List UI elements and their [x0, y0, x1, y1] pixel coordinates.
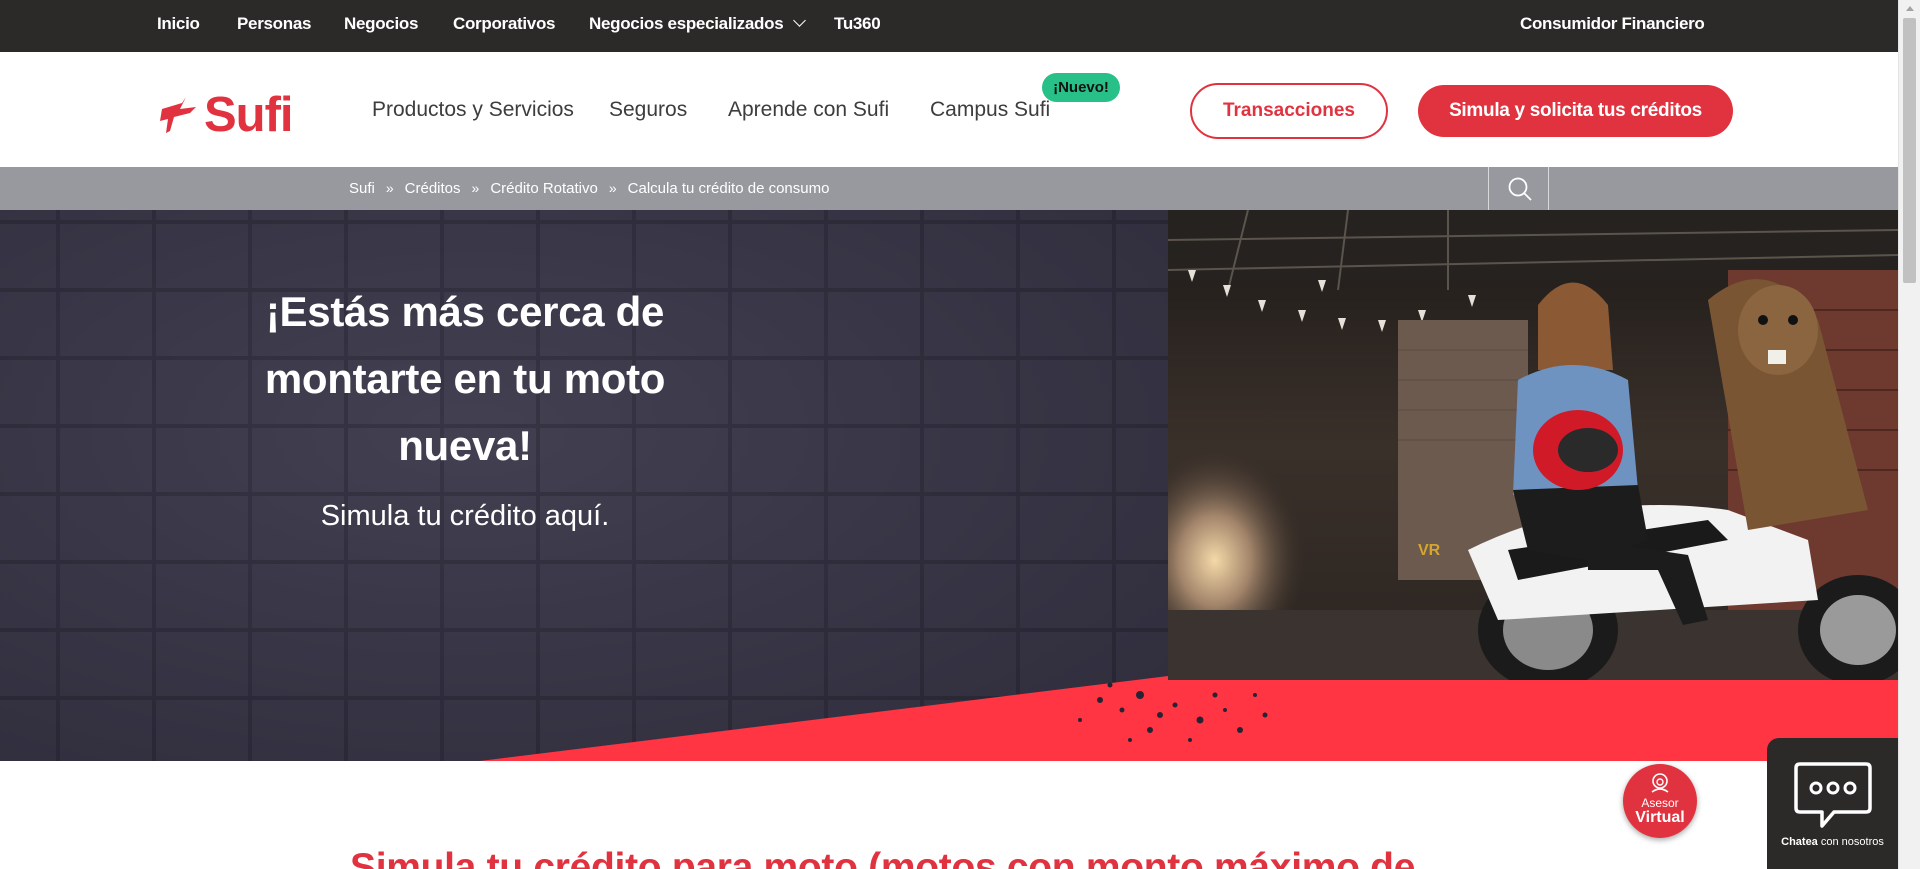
- scroll-up-arrow-icon[interactable]: [1906, 6, 1914, 11]
- page-scrollbar[interactable]: [1898, 0, 1920, 869]
- search-button[interactable]: [1488, 167, 1549, 210]
- top-utility-bar: Inicio Personas Negocios Corporativos Ne…: [0, 0, 1898, 52]
- topbar-link-inicio[interactable]: Inicio: [157, 0, 200, 52]
- sufi-logo[interactable]: Sufi: [160, 88, 294, 142]
- breadcrumb-sufi[interactable]: Sufi: [349, 180, 375, 197]
- breadcrumb-bar: Sufi » Créditos » Crédito Rotativo » Calcula t…: [0, 167, 1898, 210]
- topbar-link-tu360[interactable]: Tu360: [834, 0, 881, 52]
- chat-bubble-icon: [1794, 762, 1872, 828]
- topbar-link-corporativos[interactable]: Corporativos: [453, 0, 556, 52]
- new-badge: ¡Nuevo!: [1042, 73, 1120, 102]
- breadcrumb-current: Calcula tu crédito de consumo: [627, 180, 830, 197]
- sufi-logo-mark-icon: [160, 97, 196, 133]
- hero-title: ¡Estás más cerca de montarte en tu moto …: [264, 288, 666, 469]
- topbar-link-consumidor-financiero[interactable]: Consumidor Financiero: [1520, 0, 1705, 52]
- chevron-down-icon: [793, 14, 807, 27]
- nav-aprende-con-sufi[interactable]: Aprende con Sufi: [728, 98, 889, 122]
- breadcrumb-separator: »: [385, 180, 394, 196]
- chat-label: Chatea con nosotros: [1767, 836, 1898, 848]
- simula-y-solicita-button[interactable]: Simula y solicita tus créditos: [1418, 85, 1733, 137]
- nav-campus-sufi[interactable]: Campus Sufi: [930, 98, 1050, 122]
- hero-subtitle: Simula tu crédito aquí.: [320, 500, 610, 532]
- topbar-link-negocios-especializados[interactable]: Negocios especializados: [589, 0, 807, 52]
- section-title: Simula tu crédito para moto (motos con m…: [350, 846, 1416, 869]
- breadcrumb-separator: »: [471, 180, 480, 196]
- breadcrumb-credito-rotativo[interactable]: Crédito Rotativo: [490, 180, 598, 197]
- asesor-virtual-button[interactable]: Asesor Virtual: [1623, 764, 1697, 838]
- main-header: Sufi Productos y Servicios Seguros Apren…: [0, 52, 1898, 167]
- chat-label-bold: Chatea: [1781, 836, 1818, 848]
- nav-seguros[interactable]: Seguros: [609, 98, 687, 122]
- breadcrumb-creditos[interactable]: Créditos: [405, 180, 461, 197]
- scrollbar-thumb[interactable]: [1903, 18, 1916, 283]
- nav-productos-y-servicios[interactable]: Productos y Servicios: [372, 98, 574, 122]
- search-icon: [1508, 177, 1532, 201]
- breadcrumb-separator: »: [608, 180, 617, 196]
- sufi-logo-text: Sufi: [204, 88, 294, 142]
- topbar-link-negocios-especializados-label: Negocios especializados: [589, 14, 784, 33]
- transacciones-button[interactable]: Transacciones: [1190, 83, 1388, 139]
- topbar-link-personas[interactable]: Personas: [237, 0, 311, 52]
- asesor-label-2: Virtual: [1635, 809, 1685, 826]
- chat-widget[interactable]: Chatea con nosotros: [1767, 738, 1898, 869]
- topbar-link-negocios[interactable]: Negocios: [344, 0, 418, 52]
- hero-banner: VR ¡Estás más cerca de montarte en tu mo…: [0, 210, 1898, 761]
- headset-icon: [1651, 773, 1669, 793]
- breadcrumb: Sufi » Créditos » Crédito Rotativo » Calcula t…: [349, 167, 829, 210]
- chat-label-rest: con nosotros: [1817, 836, 1884, 848]
